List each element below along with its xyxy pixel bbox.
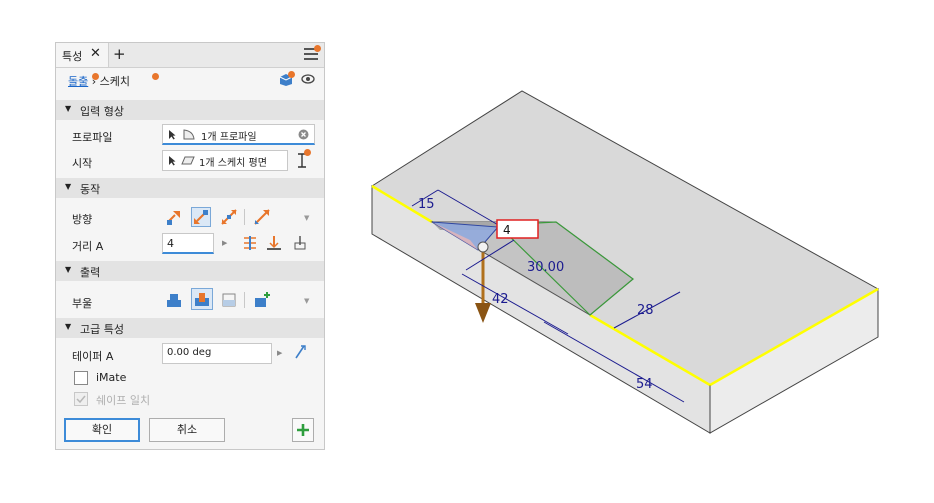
distance-edit-value: 4 bbox=[503, 223, 511, 237]
eye-icon[interactable] bbox=[301, 74, 315, 84]
breadcrumb-extrude-link[interactable]: 돌출 bbox=[68, 75, 88, 88]
chevron-right-icon[interactable]: ▶ bbox=[222, 239, 227, 247]
distance-input[interactable]: 4 bbox=[162, 233, 214, 254]
taper-input[interactable]: 0.00 deg bbox=[162, 343, 272, 364]
profile-value: 1개 프로파일 bbox=[201, 132, 257, 143]
panel-tab-bar: 특성 ✕ + bbox=[56, 43, 324, 68]
match-shape-checkbox bbox=[74, 392, 88, 406]
direction-asymmetric-icon[interactable] bbox=[252, 207, 272, 227]
extents-distance-icon[interactable] bbox=[242, 235, 258, 251]
section-behavior[interactable]: ▼ 동작 bbox=[56, 178, 324, 198]
tab-properties[interactable]: 특성 ✕ bbox=[56, 43, 109, 67]
chevron-right-icon[interactable]: ▶ bbox=[277, 349, 282, 357]
collapse-arrow-icon: ▼ bbox=[65, 322, 72, 331]
dimension-28: 28 bbox=[637, 303, 654, 318]
cut-icon[interactable] bbox=[191, 288, 213, 310]
section-output[interactable]: ▼ 출력 bbox=[56, 261, 324, 281]
direction-flipped-icon[interactable] bbox=[191, 207, 211, 227]
collapse-arrow-icon: ▼ bbox=[65, 265, 72, 274]
chevron-down-icon[interactable]: ▼ bbox=[304, 297, 309, 305]
taper-value: 0.00 deg bbox=[167, 347, 212, 358]
boolean-label: 부울 bbox=[72, 297, 93, 310]
add-icon[interactable] bbox=[292, 418, 314, 442]
direction-default-icon[interactable] bbox=[164, 207, 184, 227]
section-title: 동작 bbox=[80, 183, 101, 196]
breadcrumb-sketch: 스케치 bbox=[99, 75, 131, 88]
imate-label: iMate bbox=[96, 371, 127, 384]
notification-dot bbox=[314, 45, 321, 52]
dimension-54: 54 bbox=[636, 377, 653, 392]
profile-icon bbox=[183, 129, 195, 140]
start-value: 1개 스케치 평면 bbox=[199, 158, 267, 169]
dimension-30: 30.00 bbox=[527, 260, 564, 275]
breadcrumb: 돌출 › 스케치 bbox=[68, 73, 130, 89]
dimension-15: 15 bbox=[418, 197, 435, 212]
distance-label: 거리 A bbox=[72, 240, 104, 253]
divider bbox=[244, 209, 245, 225]
intersect-icon[interactable] bbox=[219, 290, 239, 310]
properties-panel: 특성 ✕ + 돌출 › 스케치 ▼ 입력 형상 프로파일 1개 프로파일 시작 … bbox=[55, 42, 325, 450]
notification-dot bbox=[288, 71, 295, 78]
section-title: 고급 특성 bbox=[80, 323, 124, 336]
direction-label: 방향 bbox=[72, 213, 93, 226]
clear-icon[interactable] bbox=[298, 129, 309, 140]
close-icon[interactable]: ✕ bbox=[90, 46, 101, 61]
collapse-arrow-icon: ▼ bbox=[65, 182, 72, 191]
collapse-arrow-icon: ▼ bbox=[65, 104, 72, 113]
tab-properties-label: 특성 bbox=[62, 50, 83, 63]
section-title: 입력 형상 bbox=[80, 105, 124, 118]
notification-dot bbox=[304, 149, 311, 156]
new-solid-icon[interactable] bbox=[252, 290, 272, 310]
divider bbox=[244, 292, 245, 308]
notification-dot bbox=[152, 73, 159, 80]
chevron-down-icon[interactable]: ▼ bbox=[304, 214, 309, 222]
taper-label: 테이퍼 A bbox=[72, 350, 114, 363]
join-icon[interactable] bbox=[164, 290, 184, 310]
cursor-icon bbox=[169, 156, 176, 166]
model-viewport[interactable]: 15 30.00 42 28 54 4 bbox=[340, 70, 934, 470]
checkmark-icon bbox=[76, 395, 86, 404]
plane-icon bbox=[181, 156, 195, 165]
profile-selector[interactable]: 1개 프로파일 bbox=[162, 124, 315, 145]
section-title: 출력 bbox=[80, 266, 101, 279]
section-input-geometry[interactable]: ▼ 입력 형상 bbox=[56, 100, 324, 120]
profile-label: 프로파일 bbox=[72, 131, 113, 144]
match-shape-label: 쉐이프 일치 bbox=[96, 394, 151, 407]
extents-to-icon[interactable] bbox=[266, 235, 282, 251]
imate-checkbox[interactable] bbox=[74, 371, 88, 385]
extents-through-all-icon[interactable] bbox=[292, 235, 308, 251]
cursor-icon bbox=[169, 130, 176, 140]
direction-symmetric-icon[interactable] bbox=[219, 207, 239, 227]
direction-arrow-head bbox=[475, 303, 491, 323]
ok-button[interactable]: 확인 bbox=[64, 418, 140, 442]
taper-flip-icon[interactable] bbox=[293, 344, 307, 360]
add-tab-icon[interactable]: + bbox=[113, 45, 126, 63]
start-label: 시작 bbox=[72, 157, 93, 170]
dimension-42: 42 bbox=[492, 292, 509, 307]
start-selector[interactable]: 1개 스케치 평면 bbox=[162, 150, 288, 171]
section-advanced[interactable]: ▼ 고급 특성 bbox=[56, 318, 324, 338]
distance-value: 4 bbox=[167, 237, 174, 250]
direction-arrow-handle bbox=[477, 241, 489, 253]
cancel-button[interactable]: 취소 bbox=[149, 418, 225, 442]
notification-dot bbox=[92, 73, 99, 80]
